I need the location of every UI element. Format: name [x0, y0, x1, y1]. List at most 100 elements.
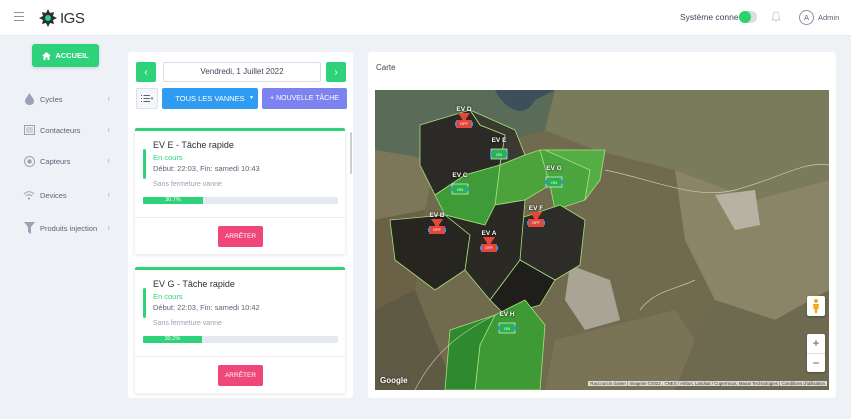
- task-status: En cours: [153, 292, 183, 301]
- valve-filter-dropdown[interactable]: TOUS LES VANNES ▾: [162, 88, 258, 109]
- valve-icon: OFF: [428, 219, 446, 237]
- previous-day-button[interactable]: ‹: [136, 62, 156, 82]
- valve-icon: OFF: [455, 113, 473, 131]
- valve-marker[interactable]: EV E ON: [488, 137, 510, 162]
- list-view-button[interactable]: ▾: [136, 88, 158, 109]
- new-task-button[interactable]: + NOUVELLE TÂCHE: [262, 88, 347, 109]
- zoom-in-button[interactable]: +: [807, 334, 825, 353]
- zoom-control: + −: [807, 334, 825, 372]
- map-imagery: [375, 90, 829, 390]
- satellite-map[interactable]: EV D OFF EV E ON EV C ON EV G ON EV F OF…: [375, 90, 829, 390]
- home-icon: [42, 51, 52, 60]
- valve-marker[interactable]: EV A OFF: [478, 230, 500, 255]
- valve-icon: ON: [498, 318, 516, 336]
- street-view-icon[interactable]: [807, 296, 825, 316]
- valve-marker[interactable]: EV C ON: [449, 172, 471, 197]
- valve-name: EV B: [429, 212, 445, 219]
- valve-marker[interactable]: EV B OFF: [426, 212, 448, 237]
- chevron-left-icon: ‹: [107, 223, 110, 232]
- date-display[interactable]: Vendredi, 1 Juillet 2022: [163, 62, 321, 82]
- stop-button[interactable]: ARRÊTER: [218, 365, 263, 386]
- task-status: En cours: [153, 153, 183, 162]
- sensor-icon: [22, 155, 36, 167]
- valve-filter-label: TOUS LES VANNES: [175, 94, 245, 103]
- valve-name: EV E: [491, 137, 507, 144]
- valve-icon: ON: [451, 179, 469, 197]
- chevron-left-icon: ‹: [107, 156, 110, 165]
- home-label: ACCUEIL: [55, 51, 89, 60]
- progress-fill: 30.7%: [143, 197, 203, 204]
- user-name[interactable]: Admin: [818, 13, 839, 22]
- valve-icon: ON: [545, 172, 563, 190]
- valve-state: ON: [504, 326, 510, 331]
- task-title: EV E - Tâche rapide: [153, 140, 234, 150]
- valve-name: EV F: [528, 205, 544, 212]
- sidebar-item-label: Capteurs: [40, 156, 71, 166]
- home-button[interactable]: ACCUEIL: [32, 44, 99, 67]
- valve-name: EV D: [456, 106, 472, 113]
- valve-name: EV C: [452, 172, 468, 179]
- logo[interactable]: IGS: [38, 6, 85, 30]
- valve-name: EV H: [499, 311, 515, 318]
- task-card: EV E - Tâche rapide En cours Début: 22:0…: [135, 128, 345, 254]
- task-time: Début: 22:03, Fin: samedi 10:42: [153, 303, 260, 312]
- list-icon: [140, 95, 150, 102]
- valve-marker[interactable]: EV G ON: [543, 165, 565, 190]
- avatar[interactable]: A: [799, 10, 814, 25]
- valve-marker[interactable]: EV D OFF: [453, 106, 475, 131]
- valve-state: OFF: [433, 227, 441, 232]
- sidebar-item-label: Cycles: [40, 94, 63, 104]
- caret-down-icon: ▾: [150, 95, 154, 102]
- valve-state: ON: [457, 187, 463, 192]
- chevron-left-icon: ‹: [107, 125, 110, 134]
- status-bar: [143, 288, 146, 318]
- logo-icon: [39, 9, 57, 27]
- zoom-out-button[interactable]: −: [807, 354, 825, 373]
- chevron-left-icon: ‹: [107, 94, 110, 103]
- task-card: EV G - Tâche rapide En cours Début: 22:0…: [135, 267, 345, 393]
- bell-icon[interactable]: [771, 11, 781, 23]
- task-closing: Sans fermeture vanne: [153, 181, 222, 188]
- map-panel: Carte EV D OFF EV E ON EV C ON EV G ON E…: [368, 52, 836, 398]
- valve-icon: ON: [490, 144, 508, 162]
- valve-state: ON: [496, 152, 502, 157]
- sidebar-item-devices[interactable]: Devices ‹: [22, 187, 114, 203]
- valve-marker[interactable]: EV F OFF: [525, 205, 547, 230]
- chevron-left-icon: ‹: [107, 190, 110, 199]
- valve-state: OFF: [485, 245, 493, 250]
- stop-button[interactable]: ARRÊTER: [218, 226, 263, 247]
- task-closing: Sans fermeture vanne: [153, 320, 222, 327]
- sidebar-item-contacteurs[interactable]: Contacteurs ‹: [22, 122, 114, 138]
- top-bar: IGS Système connecté A Admin: [0, 0, 851, 36]
- valve-icon: OFF: [480, 237, 498, 255]
- map-attribution[interactable]: Raccourcis clavier | Imagerie ©2022 , CN…: [588, 381, 827, 386]
- valve-marker[interactable]: EV H ON: [496, 311, 518, 336]
- next-day-button[interactable]: ›: [326, 62, 346, 82]
- progress-bar: 30.7%: [143, 197, 338, 204]
- menu-icon[interactable]: [14, 12, 24, 21]
- sidebar: ACCUEIL Cycles ‹ Contacteurs ‹ Capteurs …: [0, 37, 120, 419]
- scrollbar[interactable]: [350, 132, 352, 174]
- sidebar-item-capteurs[interactable]: Capteurs ‹: [22, 153, 114, 169]
- status-bar: [143, 149, 146, 179]
- valve-icon: OFF: [527, 212, 545, 230]
- task-time: Début: 22:03, Fin: samedi 10:43: [153, 164, 260, 173]
- contactor-icon: [22, 124, 36, 136]
- google-logo: Google: [380, 376, 408, 385]
- task-panel: ‹ Vendredi, 1 Juillet 2022 › ▾ TOUS LES …: [128, 52, 353, 398]
- valve-state: ON: [551, 180, 557, 185]
- sidebar-item-cycles[interactable]: Cycles ‹: [22, 91, 114, 107]
- system-toggle[interactable]: [739, 11, 757, 23]
- caret-down-icon: ▾: [249, 95, 253, 101]
- sidebar-item-label: Produits injection: [40, 223, 98, 233]
- logo-text: IGS: [60, 9, 85, 27]
- sidebar-item-label: Devices: [40, 190, 67, 200]
- wifi-icon: [22, 189, 36, 201]
- sidebar-item-label: Contacteurs: [40, 125, 81, 135]
- drop-icon: [22, 93, 36, 105]
- task-title: EV G - Tâche rapide: [153, 279, 235, 289]
- progress-fill: 30.2%: [143, 336, 202, 343]
- sidebar-item-produits-injection[interactable]: Produits injection ‹: [22, 220, 114, 236]
- valve-state: OFF: [532, 220, 540, 225]
- valve-name: EV A: [481, 230, 497, 237]
